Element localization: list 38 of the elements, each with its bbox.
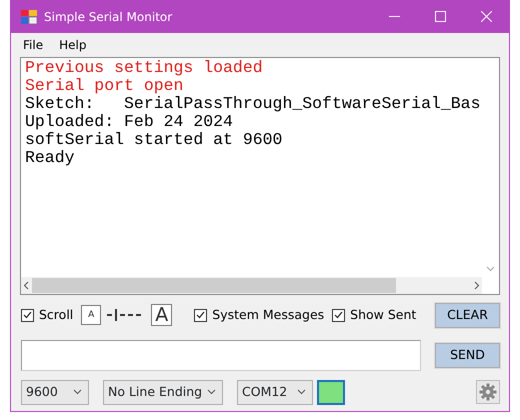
maximize-icon[interactable] <box>434 11 446 22</box>
close-icon[interactable] <box>480 11 492 22</box>
port-dropdown[interactable]: COM12 <box>237 380 313 404</box>
window-title: Simple Serial Monitor <box>44 8 174 26</box>
check-icon <box>23 311 32 319</box>
large-font-button[interactable]: A <box>151 304 172 326</box>
console-line: Uploaded: Feb 24 2024 <box>25 113 233 131</box>
slider-thumb[interactable] <box>115 309 118 321</box>
font-size-slider[interactable] <box>107 308 142 322</box>
send-button[interactable]: SEND <box>435 342 500 368</box>
checkbox[interactable] <box>194 308 208 322</box>
console-line: Sketch: SerialPassThrough_SoftwareSerial_Bas <box>25 95 480 113</box>
horizontal-scrollbar[interactable] <box>21 277 482 294</box>
baud-rate-dropdown[interactable]: 9600 <box>21 380 89 404</box>
app-icon <box>21 10 37 24</box>
caret-icon[interactable] <box>297 389 306 395</box>
small-font-button[interactable]: A <box>81 305 102 325</box>
line-ending-dropdown[interactable]: No Line Ending <box>103 380 223 404</box>
checkbox[interactable] <box>332 308 346 322</box>
checkbox-label[interactable]: System Messages <box>212 306 324 324</box>
checkbox-label[interactable]: Scroll <box>39 306 74 324</box>
console-line: softSerial started at 9600 <box>25 131 282 149</box>
check-icon <box>196 311 206 319</box>
check-icon <box>334 311 344 319</box>
clear-button[interactable]: CLEAR <box>435 302 500 328</box>
minimize-icon[interactable] <box>388 16 400 17</box>
console-line: Previous settings loaded <box>25 59 263 77</box>
scrollbar-thumb[interactable] <box>32 278 396 293</box>
checkbox-label[interactable]: Show Sent <box>350 306 416 324</box>
console-line: Serial port open <box>25 77 184 95</box>
caret-icon[interactable] <box>207 389 216 395</box>
menu-item[interactable]: File <box>15 36 52 54</box>
checkbox[interactable] <box>21 308 34 322</box>
send-field[interactable] <box>21 340 421 370</box>
console-line: Ready <box>25 149 75 167</box>
menu-item[interactable]: Help <box>51 36 94 54</box>
caret-icon[interactable] <box>73 389 82 395</box>
settings-button[interactable] <box>476 380 500 404</box>
